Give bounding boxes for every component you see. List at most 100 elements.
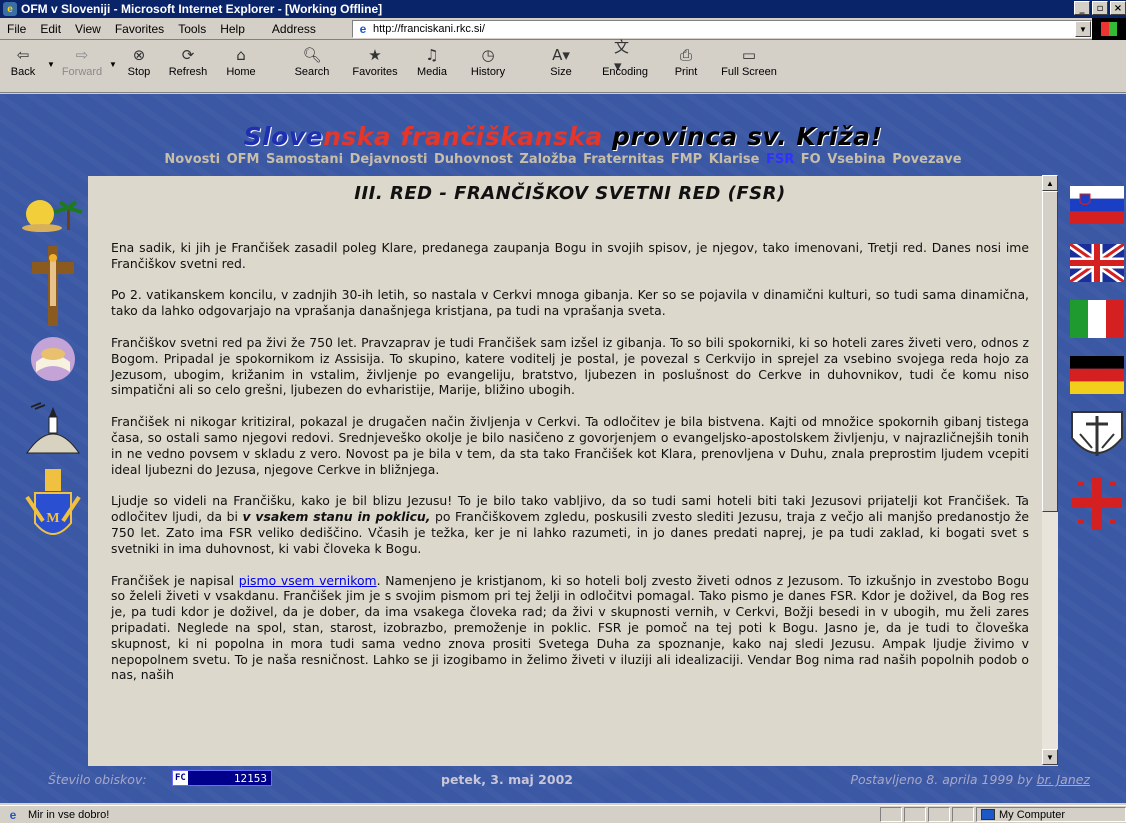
status-text: Mir in vse dobro!: [28, 808, 110, 821]
maximize-button[interactable]: ▫: [1092, 1, 1108, 15]
counter-badge: FC: [173, 771, 188, 785]
home-label: Home: [226, 66, 256, 78]
nav-link-samostani[interactable]: Samostani: [266, 152, 343, 167]
nav-link-povezave[interactable]: Povezave: [892, 152, 961, 167]
nav-link-zalozba[interactable]: Založba: [519, 152, 576, 167]
crucifix-icon[interactable]: [20, 244, 86, 328]
text-size-icon: A▾: [552, 46, 570, 64]
scroll-thumb[interactable]: [1042, 191, 1058, 512]
nav-link-fsr[interactable]: FSR: [766, 152, 794, 167]
menu-file[interactable]: File: [0, 22, 33, 36]
content-scrollbar[interactable]: ▲ ▼: [1042, 175, 1058, 765]
refresh-icon: ⟳: [181, 46, 195, 64]
article-paragraph: Frančišek ni nikogar kritiziral, pokazal…: [111, 414, 1029, 477]
toolbar: ⇦ Back ▼ ⇨ Forward ▼ ⊗ Stop ⟳ Refresh ⌂ …: [0, 37, 1126, 93]
slovenia-flag-icon[interactable]: [1070, 186, 1124, 224]
address-dropdown-button[interactable]: ▼: [1075, 21, 1091, 37]
franciscan-shield-icon[interactable]: [1070, 408, 1124, 466]
site-title-part: frančiškanska: [400, 122, 613, 151]
site-navigation: Novosti OFM Samostani Dejavnosti Duhovno…: [0, 152, 1126, 167]
search-label: Search: [294, 66, 330, 78]
favorites-label: Favorites: [352, 66, 398, 78]
nav-link-ofm[interactable]: OFM: [227, 152, 260, 167]
site-title-part: provinca sv. Križa!: [612, 122, 883, 151]
history-label: History: [470, 66, 506, 78]
favorites-button[interactable]: ★ Favorites: [344, 41, 406, 93]
menu-help[interactable]: Help: [213, 22, 252, 36]
minimize-button[interactable]: _: [1074, 1, 1090, 15]
encoding-icon: 文▾: [614, 37, 630, 75]
nav-link-novosti[interactable]: Novosti: [164, 152, 220, 167]
window-title: OFM v Sloveniji - Microsoft Internet Exp…: [21, 2, 383, 16]
church-hill-icon[interactable]: [20, 394, 86, 456]
nav-link-fo[interactable]: FO: [801, 152, 821, 167]
fullscreen-icon: ▭: [741, 46, 757, 64]
site-title-part: nska: [323, 122, 401, 151]
forward-arrow-icon: ⇨: [75, 46, 89, 64]
size-button[interactable]: A▾ Size: [532, 41, 590, 93]
visit-counter-label: Število obiskov:: [48, 772, 147, 787]
nav-link-fmp[interactable]: FMP: [671, 152, 702, 167]
menu-tools[interactable]: Tools: [171, 22, 213, 36]
search-button[interactable]: 🔍︎ Search: [280, 41, 344, 93]
address-url[interactable]: http://franciskani.rkc.si/: [373, 23, 485, 35]
back-label: Back: [10, 66, 36, 78]
history-button[interactable]: ◷ History: [458, 41, 518, 93]
jerusalem-cross-icon[interactable]: [1070, 476, 1124, 532]
nav-link-fraternitas[interactable]: Fraternitas: [583, 152, 664, 167]
close-button[interactable]: ×: [1110, 1, 1126, 15]
status-panel: [880, 807, 902, 822]
nav-link-klarise[interactable]: Klarise: [709, 152, 760, 167]
letter-link[interactable]: pismo vsem vernikom: [239, 573, 377, 588]
encoding-label: Encoding: [602, 66, 648, 78]
forward-dropdown-icon[interactable]: ▼: [108, 41, 118, 93]
article-text: Frančišek je napisal: [111, 572, 239, 588]
article-panel: III. RED - FRANČIŠKOV SVETNI RED (FSR) E…: [88, 176, 1058, 766]
stop-label: Stop: [127, 66, 151, 78]
zone-label: My Computer: [999, 808, 1066, 821]
back-button[interactable]: ⇦ Back: [0, 41, 46, 93]
status-bar: e Mir in vse dobro! My Computer: [0, 805, 1126, 823]
posted-text: Postavljeno 8. aprila 1999 by: [850, 772, 1037, 787]
sun-palm-icon[interactable]: [20, 192, 86, 236]
refresh-label: Refresh: [168, 66, 208, 78]
nav-link-duhovnost[interactable]: Duhovnost: [434, 152, 513, 167]
visit-counter[interactable]: FC 12153: [172, 770, 272, 786]
uk-flag-icon[interactable]: [1070, 244, 1124, 282]
stop-button[interactable]: ⊗ Stop: [118, 41, 160, 93]
scroll-down-icon[interactable]: ▼: [1042, 749, 1058, 765]
article-paragraph: Frančiškov svetni red pa živi že 750 let…: [111, 334, 1029, 398]
article-paragraph: Ljudje so videli na Frančišku, kako je b…: [111, 493, 1029, 556]
address-label: Address: [271, 21, 316, 36]
status-panel: [904, 807, 926, 822]
germany-flag-icon[interactable]: [1070, 356, 1124, 394]
nav-link-vsebina[interactable]: Vsebina: [827, 152, 885, 167]
back-dropdown-icon[interactable]: ▼: [46, 41, 56, 93]
forward-button[interactable]: ⇨ Forward: [56, 41, 108, 93]
media-label: Media: [417, 66, 447, 78]
menu-favorites[interactable]: Favorites: [108, 22, 171, 36]
article-paragraph: Po 2. vatikanskem koncilu, v zadnjih 30-…: [111, 287, 1029, 319]
italy-flag-icon[interactable]: [1070, 300, 1124, 338]
fullscreen-button[interactable]: ▭ Full Screen: [712, 41, 786, 93]
papal-coat-of-arms-icon[interactable]: M: [20, 466, 86, 550]
printer-icon: ⎙: [679, 46, 692, 64]
media-button[interactable]: ♫ Media: [406, 41, 458, 93]
address-bar[interactable]: e http://franciskani.rkc.si/ ▼: [352, 20, 1092, 38]
refresh-button[interactable]: ⟳ Refresh: [160, 41, 216, 93]
globe-book-icon[interactable]: [20, 332, 86, 386]
home-button[interactable]: ⌂ Home: [216, 41, 266, 93]
encoding-button[interactable]: 文▾ Encoding: [590, 37, 660, 93]
print-button[interactable]: ⎙ Print: [660, 41, 712, 93]
status-panel: [928, 807, 950, 822]
media-icon: ♫: [425, 46, 439, 64]
scroll-up-icon[interactable]: ▲: [1042, 175, 1058, 191]
nav-link-dejavnosti[interactable]: Dejavnosti: [350, 152, 428, 167]
size-label: Size: [550, 66, 572, 78]
ie-app-icon[interactable]: e: [3, 2, 17, 16]
author-link[interactable]: br. Janez: [1037, 772, 1090, 787]
windows-logo: [1092, 18, 1126, 40]
window-controls: _ ▫ ×: [1074, 1, 1126, 15]
menu-edit[interactable]: Edit: [33, 22, 68, 36]
menu-view[interactable]: View: [68, 22, 108, 36]
